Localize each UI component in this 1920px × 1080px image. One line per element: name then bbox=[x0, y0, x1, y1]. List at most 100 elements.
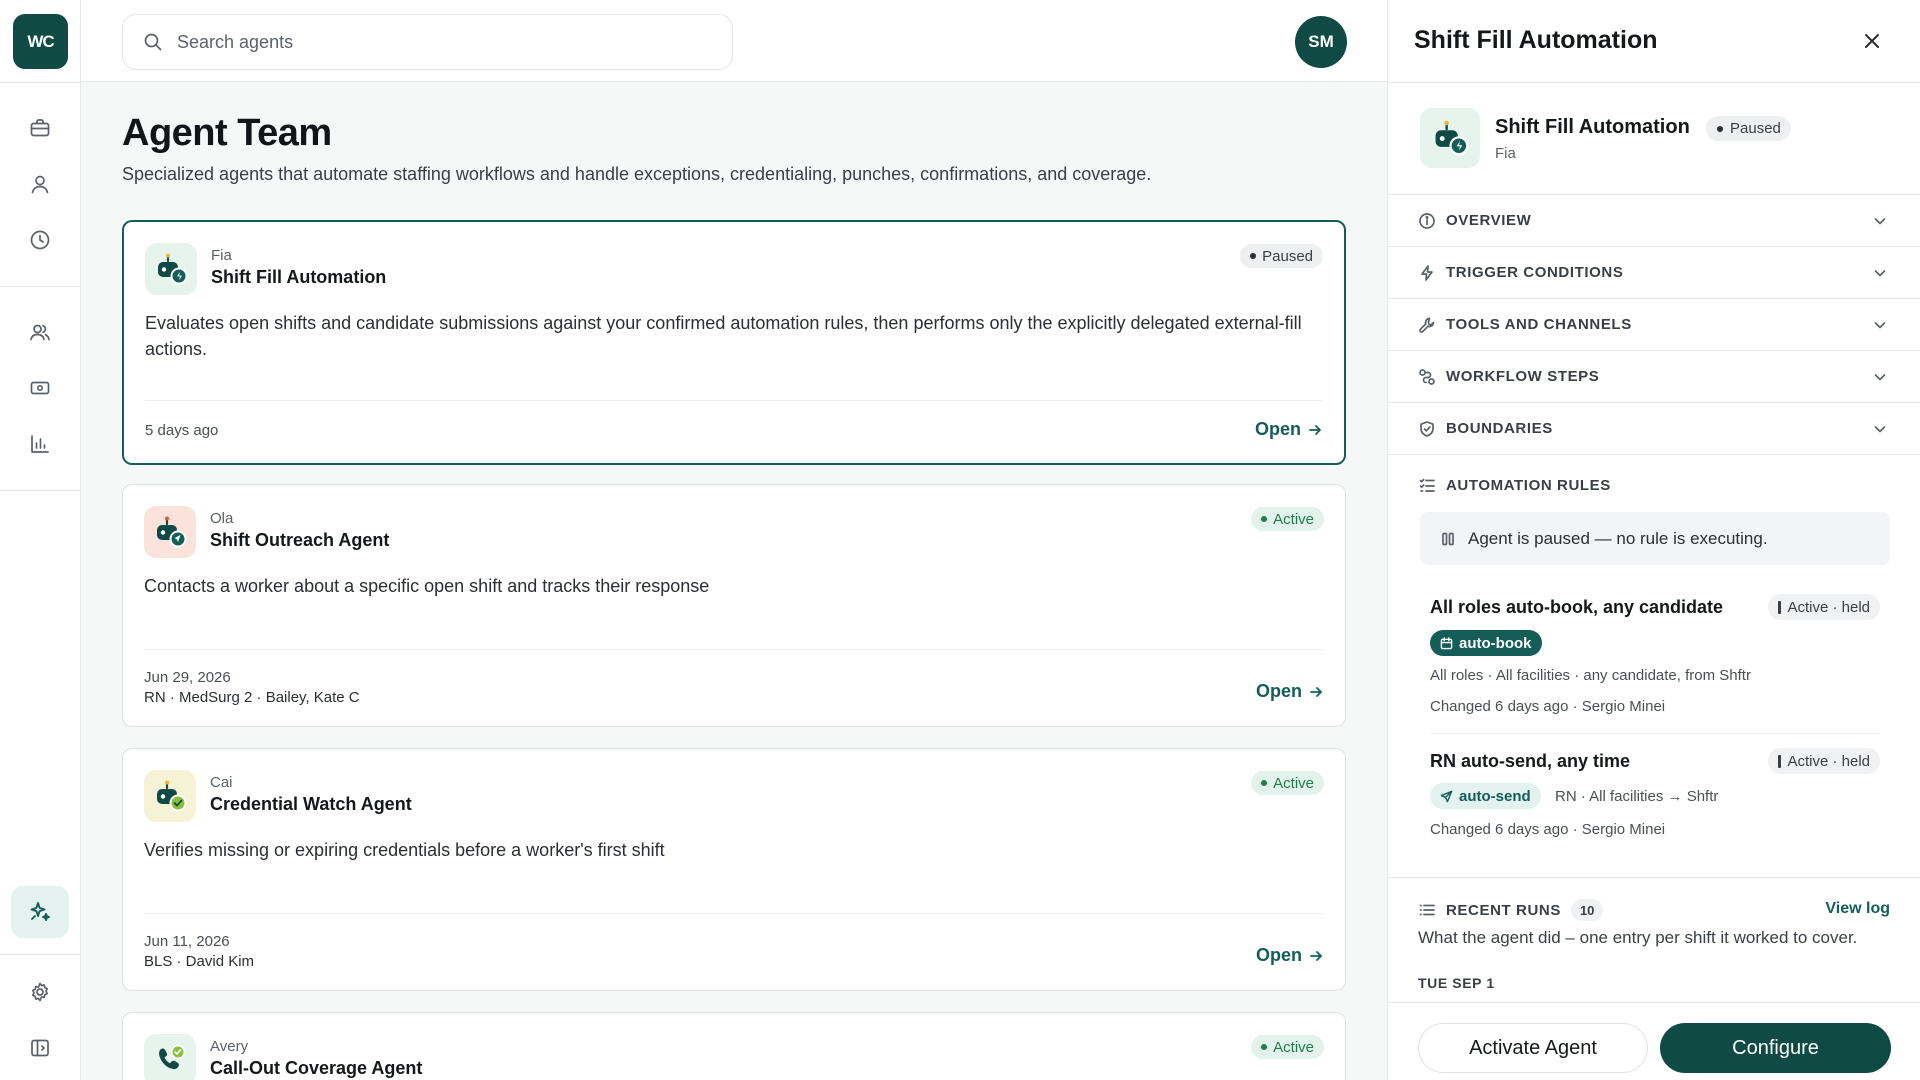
rule-status-text: Active · held bbox=[1787, 752, 1870, 770]
agent-description: Verifies missing or expiring credentials… bbox=[144, 840, 665, 860]
user-icon[interactable] bbox=[26, 170, 54, 198]
close-icon[interactable] bbox=[1860, 29, 1884, 53]
left-rail: WC bbox=[0, 0, 81, 1080]
agents-sparkle-icon[interactable] bbox=[11, 886, 69, 938]
clock-icon[interactable] bbox=[26, 226, 54, 254]
rule-scope: All roles · All facilities · any candida… bbox=[1430, 667, 1751, 684]
rule-changed: Changed 6 days ago · Sergio Minei bbox=[1430, 698, 1666, 715]
recent-runs-subtitle: What the agent did – one entry per shift… bbox=[1418, 928, 1858, 947]
agent-meta-detail: RN · MedSurg 2 · Bailey, Kate C bbox=[144, 689, 360, 706]
section-label: OVERVIEW bbox=[1446, 212, 1532, 229]
rail-divider bbox=[0, 954, 80, 955]
section-trigger-conditions[interactable]: TRIGGER CONDITIONS bbox=[1388, 247, 1920, 299]
robot-agent-icon bbox=[144, 770, 196, 822]
shield-icon bbox=[1420, 420, 1434, 437]
panel-divider bbox=[1388, 877, 1920, 878]
agent-card[interactable]: Ola Shift Outreach Agent Active Contacts… bbox=[122, 484, 1346, 727]
panel-title: Shift Fill Automation bbox=[1414, 26, 1658, 54]
agent-detail-panel: Shift Fill Automation Shift Fill Automat… bbox=[1387, 0, 1920, 1080]
status-badge: Active bbox=[1251, 771, 1324, 795]
settings-gear-icon[interactable] bbox=[26, 978, 54, 1006]
bar-chart-icon[interactable] bbox=[26, 430, 54, 458]
agent-meta-date: Jun 11, 2026 bbox=[144, 933, 230, 950]
rule-changed: Changed 6 days ago · Sergio Minei bbox=[1430, 821, 1666, 838]
chevron-down-icon bbox=[1874, 374, 1886, 381]
section-boundaries[interactable]: BOUNDARIES bbox=[1388, 403, 1920, 455]
briefcase-icon[interactable] bbox=[26, 114, 54, 142]
pause-bar-icon bbox=[1778, 754, 1782, 768]
open-link[interactable]: Open bbox=[1256, 681, 1324, 702]
agent-card[interactable]: Avery Call-Out Coverage Agent Active bbox=[122, 1012, 1346, 1080]
section-workflow-steps[interactable]: WORKFLOW STEPS bbox=[1388, 351, 1920, 403]
search-box[interactable] bbox=[122, 14, 733, 70]
search-input[interactable] bbox=[177, 31, 697, 53]
rule-action-chip: auto-send bbox=[1430, 783, 1541, 809]
section-label: AUTOMATION RULES bbox=[1446, 476, 1611, 494]
users-icon[interactable] bbox=[26, 318, 54, 346]
status-badge: Active bbox=[1251, 507, 1324, 531]
agent-description: Evaluates open shifts and candidate subm… bbox=[145, 313, 1302, 359]
card-divider bbox=[144, 913, 1324, 914]
rule-status-badge: Active · held bbox=[1768, 748, 1880, 774]
collapse-sidebar-icon[interactable] bbox=[26, 1034, 54, 1062]
panel-agent-owner: Fia bbox=[1495, 145, 1516, 162]
rule-chip-label: auto-book bbox=[1459, 634, 1532, 652]
paused-notice: Agent is paused — no rule is executing. bbox=[1420, 512, 1890, 565]
rail-divider bbox=[0, 490, 80, 491]
chevron-down-icon bbox=[1874, 426, 1886, 433]
chevron-down-icon bbox=[1874, 322, 1886, 329]
app-logo[interactable]: WC bbox=[13, 14, 68, 69]
robot-agent-icon bbox=[144, 506, 196, 558]
agent-title: Credential Watch Agent bbox=[210, 794, 412, 814]
agent-card[interactable]: Cai Credential Watch Agent Active Verifi… bbox=[122, 748, 1346, 991]
panel-agent-name: Shift Fill Automation bbox=[1495, 116, 1690, 138]
chevron-down-icon bbox=[1874, 218, 1886, 225]
view-log-link[interactable]: View log bbox=[1825, 900, 1890, 918]
page-title: Agent Team bbox=[122, 112, 332, 154]
automation-rules-heading: AUTOMATION RULES bbox=[1418, 476, 1611, 494]
list-icon bbox=[1419, 904, 1435, 916]
configure-button[interactable]: Configure bbox=[1660, 1023, 1891, 1073]
agent-owner: Fia bbox=[211, 247, 232, 264]
rail-divider bbox=[0, 286, 80, 287]
rule-scope: RN · All facilities → Shftr bbox=[1555, 788, 1719, 805]
runs-date-heading: TUE SEP 1 bbox=[1418, 975, 1495, 991]
agent-title: Call-Out Coverage Agent bbox=[210, 1058, 423, 1078]
panel-divider bbox=[1388, 82, 1920, 83]
agent-meta-time: 5 days ago bbox=[145, 422, 219, 439]
user-avatar[interactable]: SM bbox=[1295, 16, 1347, 68]
open-label: Open bbox=[1254, 419, 1301, 439]
agent-card[interactable]: Fia Shift Fill Automation Paused Evaluat… bbox=[122, 220, 1346, 465]
top-bar: SM bbox=[81, 0, 1387, 82]
arrow-right-icon bbox=[1310, 950, 1322, 961]
main-content: Agent Team Specialized agents that autom… bbox=[81, 82, 1387, 1080]
pause-icon bbox=[1442, 532, 1454, 545]
activate-agent-button[interactable]: Activate Agent bbox=[1418, 1023, 1648, 1073]
section-tools-and-channels[interactable]: TOOLS AND CHANNELS bbox=[1388, 299, 1920, 351]
status-badge: Paused bbox=[1240, 244, 1323, 268]
agent-owner: Cai bbox=[210, 774, 233, 791]
panel-footer: Activate Agent Configure bbox=[1388, 1002, 1920, 1080]
rail-divider bbox=[0, 82, 80, 83]
rule-status-badge: Active · held bbox=[1768, 594, 1880, 620]
info-icon bbox=[1419, 212, 1435, 229]
section-overview[interactable]: OVERVIEW bbox=[1388, 195, 1920, 247]
agent-owner: Ola bbox=[210, 510, 234, 527]
status-badge: Paused bbox=[1706, 116, 1791, 141]
section-label: RECENT RUNS bbox=[1446, 901, 1561, 919]
rule-title: All roles auto-book, any candidate bbox=[1430, 597, 1724, 617]
card-divider bbox=[145, 400, 1323, 401]
section-label: TOOLS AND CHANNELS bbox=[1446, 316, 1632, 333]
pause-bar-icon bbox=[1778, 600, 1782, 614]
workflow-icon bbox=[1419, 368, 1435, 385]
paused-notice-text: Agent is paused — no rule is executing. bbox=[1468, 528, 1768, 548]
chevron-down-icon bbox=[1874, 270, 1886, 277]
cash-icon[interactable] bbox=[26, 374, 54, 402]
open-link[interactable]: Open bbox=[1255, 419, 1323, 440]
rule-chip-label: auto-send bbox=[1459, 787, 1531, 805]
open-label: Open bbox=[1255, 681, 1302, 701]
send-icon bbox=[1440, 790, 1453, 802]
agent-description: Contacts a worker about a specific open … bbox=[144, 576, 710, 596]
section-label: BOUNDARIES bbox=[1446, 420, 1553, 437]
open-link[interactable]: Open bbox=[1256, 945, 1324, 966]
